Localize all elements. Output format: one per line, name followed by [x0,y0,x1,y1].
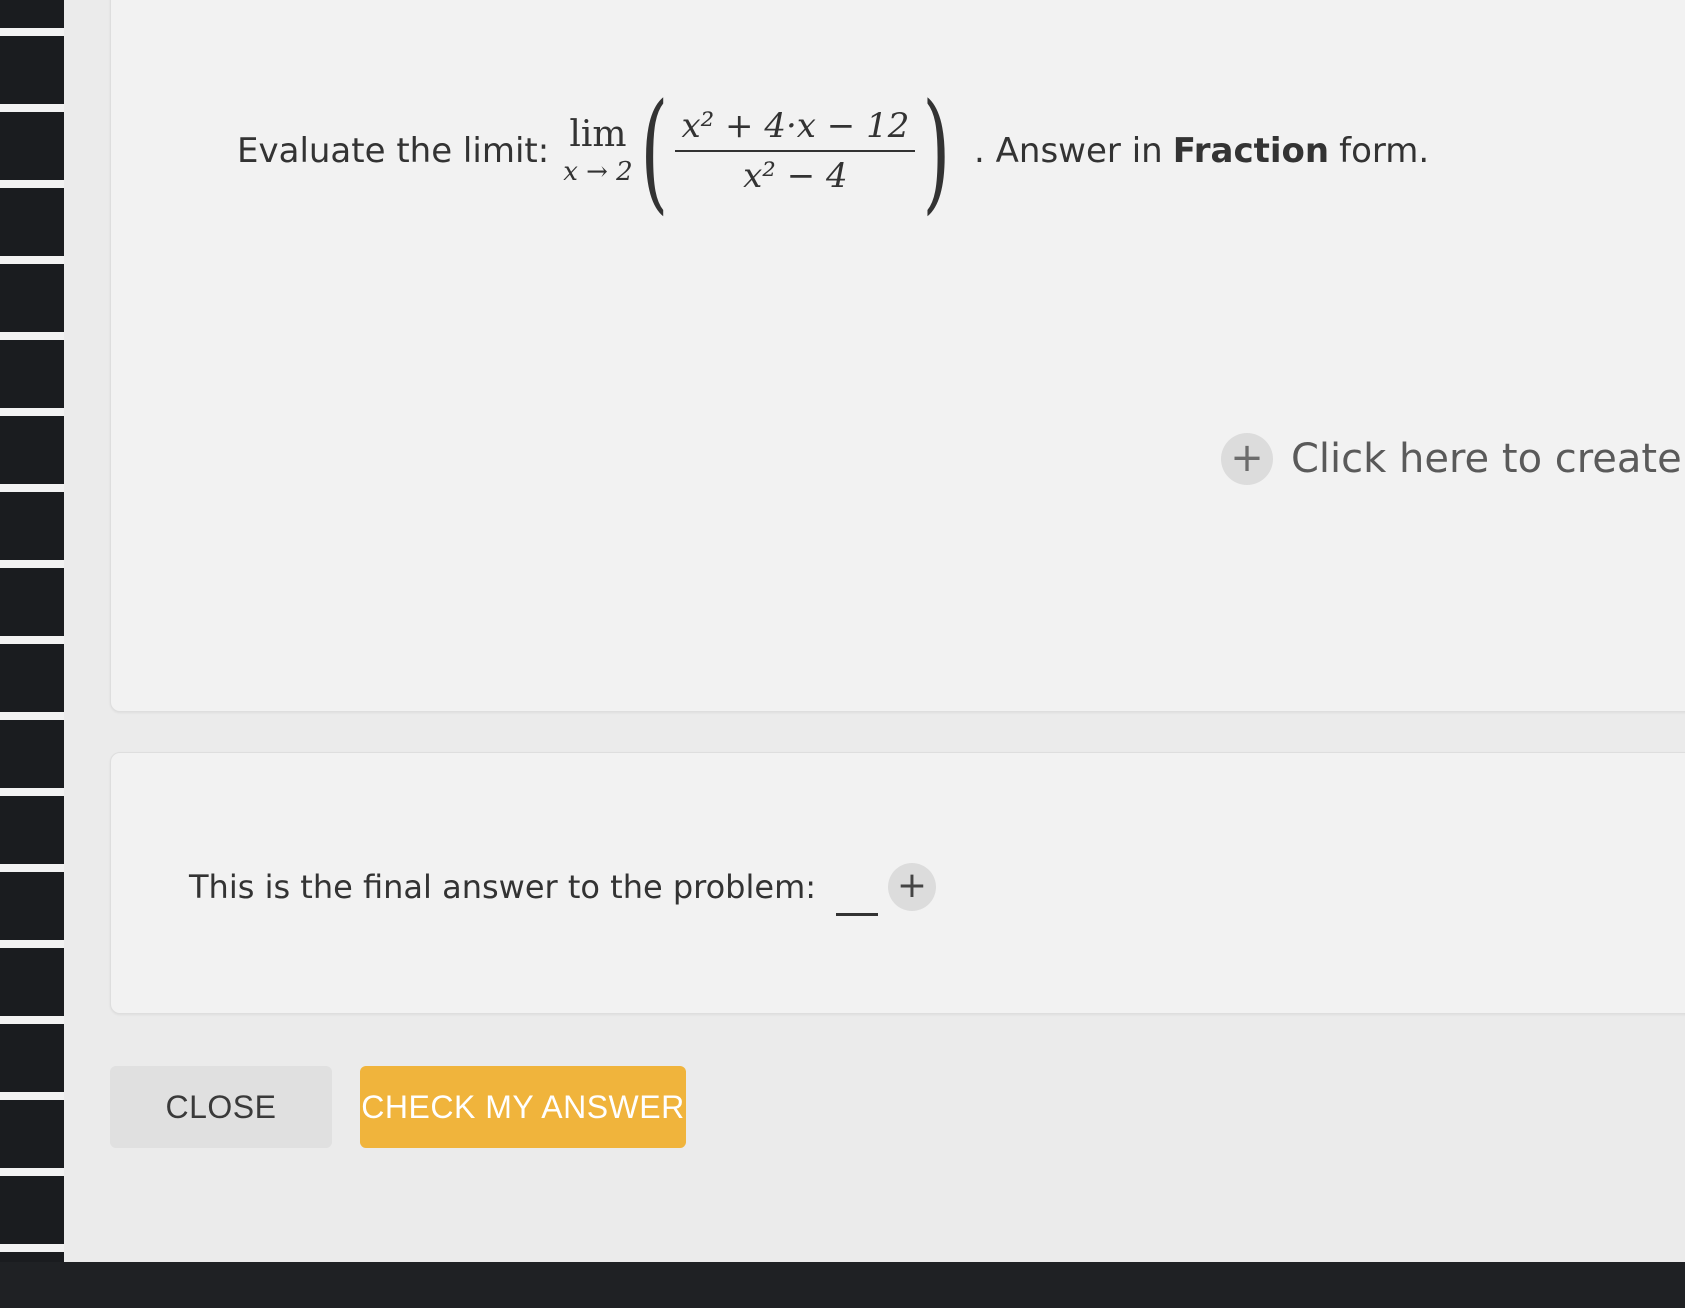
fraction: x² + 4·x − 12 x² − 4 [671,104,919,198]
question-suffix-post: form. [1339,131,1430,171]
create-step-label[interactable]: Click here to create a ne [1291,436,1685,482]
limit-expression: lim x → 2 ( x² + 4·x − 12 x² − 4 ) [563,86,954,216]
question-text: Evaluate the limit: lim x → 2 ( x² + 4·x… [237,86,1430,216]
final-answer-row: This is the final answer to the problem:… [189,857,937,917]
fraction-denominator: x² − 4 [743,156,848,196]
fraction-numerator: x² + 4·x − 12 [681,106,910,146]
fraction-bar [675,150,916,152]
monitor-bezel-bottom [0,1262,1685,1308]
answer-input[interactable] [836,885,879,916]
answer-card: This is the final answer to the problem:… [110,752,1685,1014]
final-answer-label: This is the final answer to the problem: [189,868,817,906]
question-suffix-bold: Fraction [1172,131,1330,171]
right-paren: ) [922,75,951,227]
limit-operator: lim x → 2 [563,114,633,188]
close-button[interactable]: CLOSE [110,1066,332,1148]
left-paren: ( [640,75,669,227]
screen: Evaluate the limit: lim x → 2 ( x² + 4·x… [64,0,1685,1262]
add-step-icon[interactable]: + [1221,433,1273,485]
check-answer-button[interactable]: CHECK MY ANSWER [360,1066,686,1148]
question-prefix: Evaluate the limit: [237,131,550,171]
lim-word: lim [569,114,627,155]
lim-subscript: x → 2 [563,157,633,187]
add-answer-icon[interactable]: + [888,863,937,911]
question-suffix-pre: . Answer in [974,131,1163,171]
monitor-bezel-left [0,0,64,1308]
question-card: Evaluate the limit: lim x → 2 ( x² + 4·x… [110,0,1685,712]
create-step-link[interactable]: + Click here to create a ne [1221,431,1685,487]
